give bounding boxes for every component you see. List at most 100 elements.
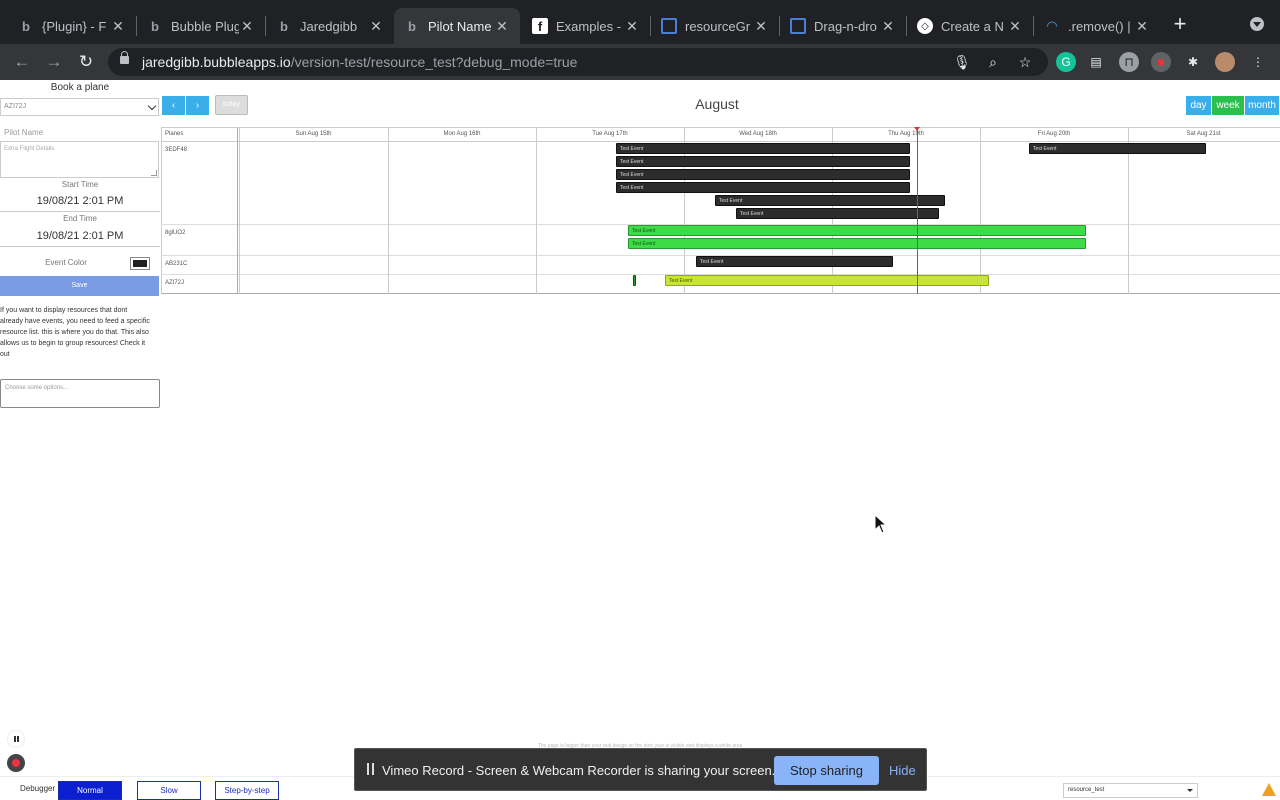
next-button[interactable]: › — [186, 96, 209, 115]
close-icon[interactable]: ✕ — [880, 18, 896, 35]
zoom-icon[interactable]: ⌕ — [984, 53, 1002, 71]
close-icon[interactable]: ✕ — [368, 18, 384, 35]
tab-title: .remove() | — [1068, 18, 1131, 34]
tab-search-icon[interactable] — [1250, 17, 1264, 31]
warning-icon[interactable] — [1262, 783, 1276, 796]
doc-icon — [790, 18, 806, 34]
event-color-label: Event Color — [45, 258, 87, 267]
calendar-event[interactable]: Test Event — [665, 275, 989, 286]
forward-icon[interactable]: → — [42, 50, 66, 74]
back-icon[interactable]: ← — [10, 50, 34, 74]
doc-icon — [661, 18, 677, 34]
save-button[interactable]: Save — [0, 276, 159, 296]
resize-grip-icon[interactable] — [151, 170, 157, 176]
debug-mode-step-button[interactable]: Step-by-step — [215, 781, 279, 800]
close-icon[interactable]: ✕ — [753, 18, 769, 35]
close-icon[interactable]: ✕ — [624, 18, 640, 35]
calendar-event[interactable]: Test Event — [616, 169, 910, 180]
bubble-icon: b — [408, 18, 416, 34]
end-time-label: End Time — [63, 214, 97, 223]
calendar-event[interactable]: Test Event — [616, 143, 910, 154]
pause-icon — [367, 763, 375, 775]
day-divider — [536, 128, 537, 294]
day-divider — [239, 128, 240, 294]
page-select[interactable]: resource_test — [1063, 783, 1198, 798]
today-button[interactable]: today — [215, 95, 248, 115]
bubble-icon: b — [22, 18, 30, 34]
view-day-button[interactable]: day — [1186, 96, 1211, 115]
close-icon[interactable]: ✕ — [1007, 18, 1023, 35]
close-icon[interactable]: ✕ — [239, 18, 255, 35]
bubble-icon: b — [280, 18, 288, 34]
calendar-event[interactable]: Test Event — [628, 238, 1086, 249]
avatar[interactable] — [1215, 52, 1235, 72]
day-header: Tue Aug 17th — [592, 131, 628, 137]
chevron-down-icon — [147, 101, 157, 111]
help-text: If you want to display resources that do… — [0, 307, 150, 358]
resource-multiselect[interactable]: Choose some options... — [0, 379, 160, 408]
flight-details-textarea[interactable]: Extra Flight Details — [0, 141, 159, 178]
grammarly-icon[interactable]: G — [1056, 52, 1076, 72]
start-time-input[interactable]: 19/08/21 2:01 PM — [0, 190, 160, 212]
url-text[interactable]: jaredgibb.bubbleapps.io/version-test/res… — [142, 48, 577, 76]
view-month-button[interactable]: month — [1245, 96, 1279, 115]
new-tab-button[interactable]: + — [1168, 12, 1192, 36]
day-header: Sat Aug 21st — [1186, 131, 1221, 137]
calendar-event[interactable]: Test Event — [736, 208, 939, 219]
tab-create[interactable]: ◇ Create a N ✕ — [907, 8, 1033, 44]
day-header: Thu Aug 19th — [888, 131, 924, 137]
lock-icon — [120, 51, 129, 64]
resource-label: AB231C — [165, 261, 188, 267]
tab-drag-n-drop[interactable]: Drag-n-dro ✕ — [780, 8, 906, 44]
prev-button[interactable]: ‹ — [162, 96, 185, 115]
tab-resourcegrid[interactable]: resourceGr ✕ — [651, 8, 779, 44]
event-color-picker[interactable] — [130, 257, 150, 270]
extension-icon[interactable]: ⊓ — [1119, 52, 1139, 72]
tab-remove[interactable]: ◠ .remove() | ✕ — [1034, 8, 1160, 44]
day-divider — [388, 128, 389, 294]
record-button[interactable] — [7, 754, 25, 772]
close-icon[interactable]: ✕ — [110, 18, 126, 35]
now-indicator-line — [917, 129, 918, 294]
tab-jaredgibb[interactable]: b Jaredgibb ✕ — [266, 8, 394, 44]
tab-pilot-name[interactable]: b Pilot Name ✕ — [394, 8, 520, 44]
view-week-button[interactable]: week — [1212, 96, 1244, 115]
pilot-name-input[interactable]: Pilot Name — [0, 125, 159, 140]
calendar-event[interactable]: Test Event — [616, 182, 910, 193]
close-icon[interactable]: ✕ — [494, 18, 510, 35]
plane-select[interactable]: AZI72J — [0, 98, 159, 116]
debug-mode-normal-button[interactable]: Normal — [58, 781, 122, 800]
calendar-event-short[interactable] — [633, 275, 636, 286]
hide-button[interactable]: Hide — [889, 756, 916, 785]
end-time-input[interactable]: 19/08/21 2:01 PM — [0, 225, 160, 247]
tab-plugin[interactable]: b {Plugin} - F ✕ — [8, 8, 136, 44]
flight-details-placeholder: Extra Flight Details — [4, 146, 55, 152]
document-extension-icon[interactable]: ▤ — [1086, 52, 1106, 72]
puzzle-icon[interactable]: ✱ — [1183, 52, 1203, 72]
bookmark-star-icon[interactable]: ☆ — [1016, 53, 1034, 71]
close-icon[interactable]: ✕ — [1134, 18, 1150, 35]
debugger-pause-button[interactable] — [7, 730, 25, 748]
browser-toolbar: ← → ↻ jaredgibb.bubbleapps.io/version-te… — [0, 44, 1280, 80]
tab-title: Drag-n-dro — [814, 18, 877, 34]
debug-mode-slow-button[interactable]: Slow — [137, 781, 201, 800]
kebab-menu-icon[interactable]: ⋮ — [1248, 52, 1268, 72]
stop-sharing-button[interactable]: Stop sharing — [774, 756, 879, 785]
calendar-event[interactable]: Test Event — [696, 256, 893, 267]
microphone-icon[interactable]: 🎙 — [953, 53, 971, 71]
screen-share-message: Vimeo Record - Screen & Webcam Recorder … — [382, 763, 776, 778]
tab-title: Pilot Name — [428, 18, 492, 34]
record-extension-icon[interactable]: ■ — [1151, 52, 1171, 72]
reload-icon[interactable]: ↻ — [74, 50, 98, 74]
calendar-event[interactable]: Test Event — [628, 225, 1086, 236]
url-host: jaredgibb.bubbleapps.io — [142, 54, 291, 70]
tab-bubble-plugins[interactable]: b Bubble Plug ✕ — [137, 8, 265, 44]
address-bar[interactable]: jaredgibb.bubbleapps.io/version-test/res… — [108, 48, 1048, 76]
tab-examples[interactable]: f Examples - ✕ — [522, 8, 650, 44]
now-indicator-arrow-icon — [914, 127, 920, 131]
form-title: Book a plane — [50, 82, 110, 93]
calendar-event[interactable]: Test Event — [1029, 143, 1206, 154]
calendar-event[interactable]: Test Event — [616, 156, 910, 167]
day-header: Fri Aug 20th — [1037, 131, 1071, 137]
calendar-event[interactable]: Test Event — [715, 195, 945, 206]
